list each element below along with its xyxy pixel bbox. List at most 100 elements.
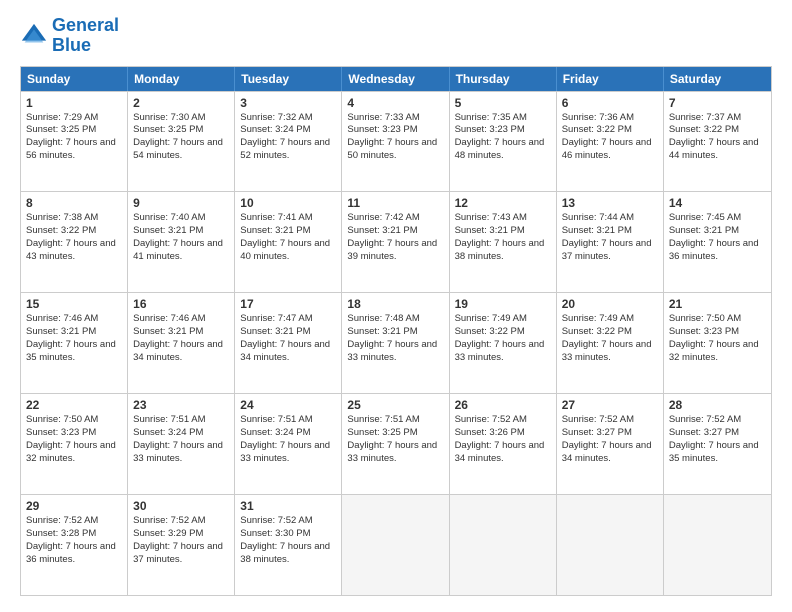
date-number: 17 bbox=[240, 297, 336, 311]
daylight-label: Daylight: 7 hours and 33 minutes. bbox=[562, 339, 658, 365]
sunrise-line: Sunrise: 7:36 AM bbox=[562, 112, 658, 125]
sunset-line: Sunset: 3:27 PM bbox=[562, 427, 658, 440]
sunset-line: Sunset: 3:25 PM bbox=[347, 427, 443, 440]
calendar-cell: 21 Sunrise: 7:50 AM Sunset: 3:23 PM Dayl… bbox=[664, 293, 771, 393]
sunrise-line: Sunrise: 7:30 AM bbox=[133, 112, 229, 125]
daylight-label: Daylight: 7 hours and 52 minutes. bbox=[240, 137, 336, 163]
calendar-cell: 29 Sunrise: 7:52 AM Sunset: 3:28 PM Dayl… bbox=[21, 495, 128, 595]
date-number: 30 bbox=[133, 499, 229, 513]
calendar-cell: 18 Sunrise: 7:48 AM Sunset: 3:21 PM Dayl… bbox=[342, 293, 449, 393]
sunset-line: Sunset: 3:23 PM bbox=[669, 326, 766, 339]
day-header-saturday: Saturday bbox=[664, 67, 771, 91]
sunrise-line: Sunrise: 7:32 AM bbox=[240, 112, 336, 125]
sunset-line: Sunset: 3:28 PM bbox=[26, 528, 122, 541]
date-number: 9 bbox=[133, 196, 229, 210]
sunset-line: Sunset: 3:24 PM bbox=[240, 427, 336, 440]
daylight-label: Daylight: 7 hours and 36 minutes. bbox=[26, 541, 122, 567]
calendar-cell bbox=[342, 495, 449, 595]
sunset-line: Sunset: 3:23 PM bbox=[26, 427, 122, 440]
sunset-line: Sunset: 3:27 PM bbox=[669, 427, 766, 440]
sunrise-line: Sunrise: 7:52 AM bbox=[26, 515, 122, 528]
calendar-cell: 25 Sunrise: 7:51 AM Sunset: 3:25 PM Dayl… bbox=[342, 394, 449, 494]
daylight-label: Daylight: 7 hours and 46 minutes. bbox=[562, 137, 658, 163]
page: General Blue SundayMondayTuesdayWednesda… bbox=[0, 0, 792, 612]
date-number: 12 bbox=[455, 196, 551, 210]
sunrise-line: Sunrise: 7:38 AM bbox=[26, 212, 122, 225]
date-number: 20 bbox=[562, 297, 658, 311]
date-number: 23 bbox=[133, 398, 229, 412]
calendar-cell bbox=[664, 495, 771, 595]
calendar-cell: 9 Sunrise: 7:40 AM Sunset: 3:21 PM Dayli… bbox=[128, 192, 235, 292]
sunrise-line: Sunrise: 7:46 AM bbox=[133, 313, 229, 326]
calendar-cell: 31 Sunrise: 7:52 AM Sunset: 3:30 PM Dayl… bbox=[235, 495, 342, 595]
sunrise-line: Sunrise: 7:47 AM bbox=[240, 313, 336, 326]
daylight-label: Daylight: 7 hours and 48 minutes. bbox=[455, 137, 551, 163]
sunrise-line: Sunrise: 7:45 AM bbox=[669, 212, 766, 225]
calendar-week-5: 29 Sunrise: 7:52 AM Sunset: 3:28 PM Dayl… bbox=[21, 494, 771, 595]
sunset-line: Sunset: 3:21 PM bbox=[133, 326, 229, 339]
daylight-label: Daylight: 7 hours and 44 minutes. bbox=[669, 137, 766, 163]
daylight-label: Daylight: 7 hours and 50 minutes. bbox=[347, 137, 443, 163]
date-number: 11 bbox=[347, 196, 443, 210]
sunrise-line: Sunrise: 7:42 AM bbox=[347, 212, 443, 225]
calendar-week-4: 22 Sunrise: 7:50 AM Sunset: 3:23 PM Dayl… bbox=[21, 393, 771, 494]
date-number: 6 bbox=[562, 96, 658, 110]
header: General Blue bbox=[20, 16, 772, 56]
calendar-cell: 17 Sunrise: 7:47 AM Sunset: 3:21 PM Dayl… bbox=[235, 293, 342, 393]
calendar-cell: 28 Sunrise: 7:52 AM Sunset: 3:27 PM Dayl… bbox=[664, 394, 771, 494]
calendar-cell: 3 Sunrise: 7:32 AM Sunset: 3:24 PM Dayli… bbox=[235, 92, 342, 192]
sunset-line: Sunset: 3:21 PM bbox=[562, 225, 658, 238]
calendar-week-2: 8 Sunrise: 7:38 AM Sunset: 3:22 PM Dayli… bbox=[21, 191, 771, 292]
sunset-line: Sunset: 3:22 PM bbox=[26, 225, 122, 238]
calendar-day-headers: SundayMondayTuesdayWednesdayThursdayFrid… bbox=[21, 67, 771, 91]
calendar-cell: 24 Sunrise: 7:51 AM Sunset: 3:24 PM Dayl… bbox=[235, 394, 342, 494]
daylight-label: Daylight: 7 hours and 39 minutes. bbox=[347, 238, 443, 264]
daylight-label: Daylight: 7 hours and 32 minutes. bbox=[669, 339, 766, 365]
sunrise-line: Sunrise: 7:50 AM bbox=[669, 313, 766, 326]
daylight-label: Daylight: 7 hours and 41 minutes. bbox=[133, 238, 229, 264]
daylight-label: Daylight: 7 hours and 34 minutes. bbox=[133, 339, 229, 365]
sunset-line: Sunset: 3:22 PM bbox=[562, 326, 658, 339]
daylight-label: Daylight: 7 hours and 35 minutes. bbox=[26, 339, 122, 365]
daylight-label: Daylight: 7 hours and 32 minutes. bbox=[26, 440, 122, 466]
sunrise-line: Sunrise: 7:52 AM bbox=[455, 414, 551, 427]
calendar: SundayMondayTuesdayWednesdayThursdayFrid… bbox=[20, 66, 772, 596]
sunrise-line: Sunrise: 7:29 AM bbox=[26, 112, 122, 125]
daylight-label: Daylight: 7 hours and 54 minutes. bbox=[133, 137, 229, 163]
sunrise-line: Sunrise: 7:51 AM bbox=[347, 414, 443, 427]
sunrise-line: Sunrise: 7:49 AM bbox=[455, 313, 551, 326]
date-number: 4 bbox=[347, 96, 443, 110]
day-header-tuesday: Tuesday bbox=[235, 67, 342, 91]
daylight-label: Daylight: 7 hours and 33 minutes. bbox=[455, 339, 551, 365]
day-header-friday: Friday bbox=[557, 67, 664, 91]
day-header-thursday: Thursday bbox=[450, 67, 557, 91]
sunrise-line: Sunrise: 7:37 AM bbox=[669, 112, 766, 125]
daylight-label: Daylight: 7 hours and 34 minutes. bbox=[455, 440, 551, 466]
sunset-line: Sunset: 3:23 PM bbox=[455, 124, 551, 137]
daylight-label: Daylight: 7 hours and 38 minutes. bbox=[455, 238, 551, 264]
date-number: 1 bbox=[26, 96, 122, 110]
calendar-cell: 23 Sunrise: 7:51 AM Sunset: 3:24 PM Dayl… bbox=[128, 394, 235, 494]
sunset-line: Sunset: 3:22 PM bbox=[669, 124, 766, 137]
daylight-label: Daylight: 7 hours and 37 minutes. bbox=[133, 541, 229, 567]
date-number: 2 bbox=[133, 96, 229, 110]
sunset-line: Sunset: 3:25 PM bbox=[133, 124, 229, 137]
date-number: 29 bbox=[26, 499, 122, 513]
sunrise-line: Sunrise: 7:52 AM bbox=[562, 414, 658, 427]
sunset-line: Sunset: 3:23 PM bbox=[347, 124, 443, 137]
date-number: 5 bbox=[455, 96, 551, 110]
date-number: 10 bbox=[240, 196, 336, 210]
sunrise-line: Sunrise: 7:51 AM bbox=[240, 414, 336, 427]
daylight-label: Daylight: 7 hours and 37 minutes. bbox=[562, 238, 658, 264]
sunset-line: Sunset: 3:21 PM bbox=[347, 326, 443, 339]
sunrise-line: Sunrise: 7:52 AM bbox=[669, 414, 766, 427]
calendar-cell: 11 Sunrise: 7:42 AM Sunset: 3:21 PM Dayl… bbox=[342, 192, 449, 292]
calendar-cell: 7 Sunrise: 7:37 AM Sunset: 3:22 PM Dayli… bbox=[664, 92, 771, 192]
sunset-line: Sunset: 3:25 PM bbox=[26, 124, 122, 137]
calendar-cell: 4 Sunrise: 7:33 AM Sunset: 3:23 PM Dayli… bbox=[342, 92, 449, 192]
calendar-cell: 8 Sunrise: 7:38 AM Sunset: 3:22 PM Dayli… bbox=[21, 192, 128, 292]
daylight-label: Daylight: 7 hours and 56 minutes. bbox=[26, 137, 122, 163]
sunrise-line: Sunrise: 7:52 AM bbox=[133, 515, 229, 528]
sunset-line: Sunset: 3:21 PM bbox=[240, 225, 336, 238]
sunrise-line: Sunrise: 7:44 AM bbox=[562, 212, 658, 225]
